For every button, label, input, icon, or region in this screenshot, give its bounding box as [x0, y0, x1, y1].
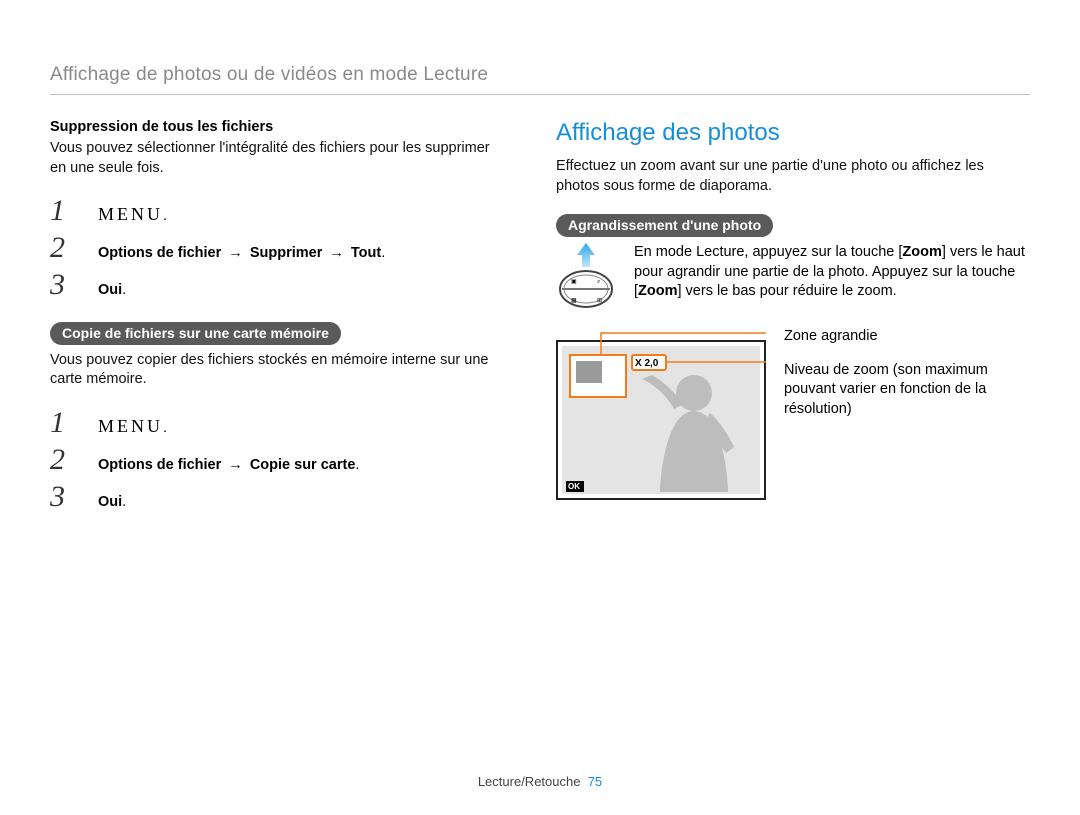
- manual-page: Affichage de photos ou de vidéos en mode…: [0, 0, 1080, 815]
- dot: .: [122, 282, 126, 298]
- path-part: Tout: [351, 245, 381, 261]
- zoom-instruction-text: En mode Lecture, appuyez sur la touche […: [634, 243, 1030, 302]
- footer-section: Lecture/Retouche: [478, 774, 581, 789]
- delete-steps: 1 MENU. 2 Options de fichier → Supprimer…: [50, 196, 500, 300]
- btn-glyph-bot-left: ▦: [571, 298, 577, 304]
- right-column: Affichage des photos Effectuez un zoom a…: [556, 119, 1030, 534]
- step-number: 1: [50, 408, 98, 438]
- columns: Suppression de tous les fichiers Vous po…: [50, 119, 1030, 534]
- footer-page-number: 75: [588, 774, 602, 789]
- arrow-icon: →: [326, 245, 347, 261]
- oui-label: Oui: [98, 282, 122, 298]
- zoom-figure-block: X 2,0 OK Zone agrandie Niveau de zoom (s…: [556, 327, 1030, 501]
- path-part: Supprimer: [250, 245, 323, 261]
- section-title: Affichage des photos: [556, 119, 1030, 147]
- zoom-button-illustration: ▣ ⌕ ▦ ⊞: [556, 243, 616, 309]
- step-body: Oui.: [98, 276, 126, 300]
- btn-glyph-bot-right: ⊞: [597, 298, 602, 304]
- zoom-badge-text: X 2,0: [635, 358, 659, 369]
- path-part: Options de fichier: [98, 245, 221, 261]
- left-column: Suppression de tous les fichiers Vous po…: [50, 119, 500, 534]
- step-number: 1: [50, 196, 98, 226]
- copy-pill: Copie de fichiers sur une carte mémoire: [50, 322, 341, 345]
- delete-step-1: 1 MENU.: [50, 196, 500, 227]
- dot: .: [381, 245, 385, 261]
- page-header: Affichage de photos ou de vidéos en mode…: [50, 64, 1030, 86]
- step-body: Oui.: [98, 488, 126, 512]
- ok-label: OK: [568, 482, 580, 491]
- step-body: Options de fichier → Copie sur carte.: [98, 451, 359, 475]
- figure-annotations: Zone agrandie Niveau de zoom (son maximu…: [784, 327, 1030, 501]
- delete-step-2: 2 Options de fichier → Supprimer → Tout.: [50, 233, 500, 263]
- path-part: Copie sur carte: [250, 457, 356, 473]
- path-part: Options de fichier: [98, 457, 221, 473]
- delete-subhead: Suppression de tous les fichiers: [50, 119, 500, 135]
- zoom-instruction-row: ▣ ⌕ ▦ ⊞ En mode Lecture, appuyez sur la …: [556, 243, 1030, 309]
- step-body: MENU.: [98, 410, 167, 439]
- arrow-up-icon: [577, 243, 595, 267]
- zoom-text-seg: ] vers le bas pour réduire le zoom.: [678, 283, 897, 299]
- zoom-pill: Agrandissement d'une photo: [556, 214, 773, 237]
- step-number: 3: [50, 270, 98, 300]
- intro-paragraph: Effectuez un zoom avant sur une partie d…: [556, 157, 1030, 196]
- btn-glyph-top-left: ▣: [571, 279, 577, 285]
- header-rule: [50, 94, 1030, 95]
- delete-step-3: 3 Oui.: [50, 270, 500, 300]
- btn-glyph-top-right: ⌕: [597, 279, 600, 285]
- copy-step-1: 1 MENU.: [50, 408, 500, 439]
- lcd-preview-icon: X 2,0 OK: [556, 327, 766, 501]
- rocker-button-icon: ▣ ⌕ ▦ ⊞: [559, 269, 613, 309]
- menu-label: MENU: [98, 204, 163, 224]
- arrow-icon: →: [225, 245, 246, 261]
- zoom-figure: X 2,0 OK: [556, 327, 766, 501]
- dot: .: [163, 208, 167, 224]
- step-body: Options de fichier → Supprimer → Tout.: [98, 239, 385, 263]
- copy-steps: 1 MENU. 2 Options de fichier → Copie sur…: [50, 408, 500, 512]
- copy-step-2: 2 Options de fichier → Copie sur carte.: [50, 445, 500, 475]
- zoom-key: Zoom: [638, 283, 677, 299]
- page-footer: Lecture/Retouche 75: [0, 774, 1080, 789]
- annotation-zoom-level: Niveau de zoom (son maximum pouvant vari…: [784, 361, 1030, 420]
- zoom-text-seg: En mode Lecture, appuyez sur la touche [: [634, 244, 902, 260]
- copy-step-3: 3 Oui.: [50, 482, 500, 512]
- annotation-zone: Zone agrandie: [784, 327, 1030, 347]
- copy-paragraph: Vous pouvez copier des fichiers stockés …: [50, 351, 500, 390]
- oui-label: Oui: [98, 494, 122, 510]
- step-number: 2: [50, 233, 98, 263]
- delete-paragraph: Vous pouvez sélectionner l'intégralité d…: [50, 139, 500, 178]
- step-number: 3: [50, 482, 98, 512]
- step-body: MENU.: [98, 198, 167, 227]
- menu-label: MENU: [98, 416, 163, 436]
- zoom-key: Zoom: [902, 244, 941, 260]
- dot: .: [122, 494, 126, 510]
- step-number: 2: [50, 445, 98, 475]
- dot: .: [355, 457, 359, 473]
- dot: .: [163, 420, 167, 436]
- arrow-icon: →: [225, 457, 246, 473]
